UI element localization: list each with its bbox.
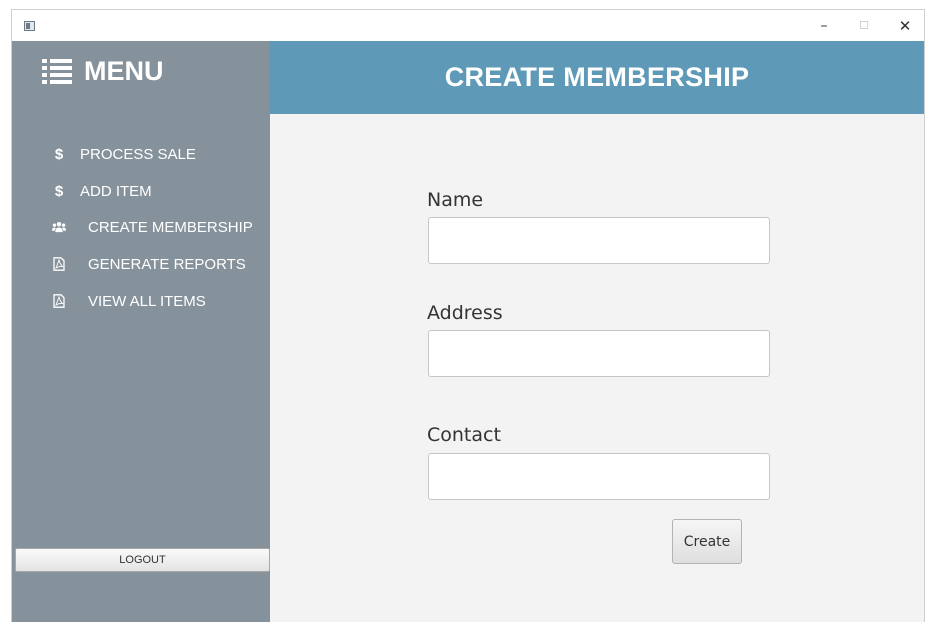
dollar-icon: $ [54,145,64,163]
contact-label: Contact [427,424,501,446]
page-header: CREATE MEMBERSHIP [270,41,924,114]
sidebar-item-create-membership[interactable]: CREATE MEMBERSHIP [52,217,253,237]
create-button[interactable]: Create [672,519,742,564]
contact-input[interactable] [428,453,770,500]
menu-title: MENU [42,55,164,87]
sidebar-item-label: CREATE MEMBERSHIP [88,218,253,236]
membership-form: Name Address Contact Create [270,114,924,622]
sidebar: MENU $ PROCESS SALE $ ADD ITEM CREATE ME… [12,41,270,622]
address-label: Address [427,302,503,324]
users-icon [52,221,66,233]
close-button[interactable]: ✕ [891,16,919,36]
app-icon [24,21,35,31]
name-label: Name [427,189,484,211]
background-strip-top [0,0,927,9]
sidebar-item-label: ADD ITEM [80,182,152,200]
sidebar-item-generate-reports[interactable]: GENERATE REPORTS [52,254,246,274]
sidebar-item-label: VIEW ALL ITEMS [88,292,206,310]
title-bar[interactable]: – ☐ ✕ [12,10,924,41]
dollar-icon: $ [54,182,64,200]
page-title: CREATE MEMBERSHIP [444,62,750,92]
minimize-button[interactable]: – [810,16,838,36]
sidebar-item-label: PROCESS SALE [80,145,196,163]
sidebar-item-label: GENERATE REPORTS [88,255,246,273]
sidebar-item-process-sale[interactable]: $ PROCESS SALE [52,144,196,164]
maximize-button[interactable]: ☐ [850,16,878,36]
sidebar-item-view-all-items[interactable]: VIEW ALL ITEMS [52,291,206,311]
name-input[interactable] [428,217,770,264]
pdf-file-icon [52,294,66,308]
logout-button[interactable]: LOGOUT [15,548,270,572]
list-icon [42,58,72,84]
address-input[interactable] [428,330,770,377]
menu-title-label: MENU [84,55,164,86]
app-window: – ☐ ✕ MENU $ PROCESS SALE $ ADD ITEM CRE… [11,9,925,622]
pdf-file-icon [52,257,66,271]
sidebar-item-add-item[interactable]: $ ADD ITEM [52,181,152,201]
